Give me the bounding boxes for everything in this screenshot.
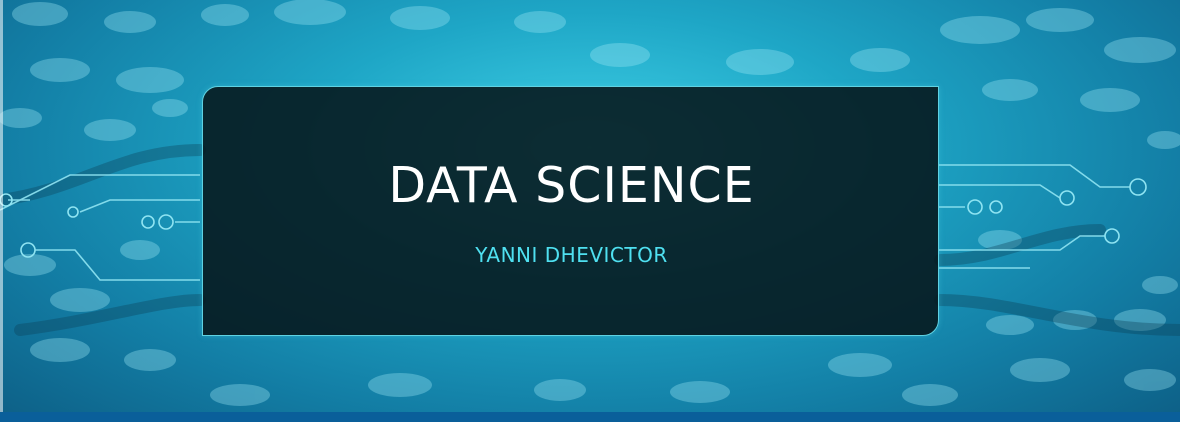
slide-title: DATA SCIENCE bbox=[388, 157, 755, 214]
left-edge-line bbox=[0, 0, 3, 422]
slide-subtitle: YANNI DHEVICTOR bbox=[475, 243, 668, 267]
title-slide: DATA SCIENCE YANNI DHEVICTOR bbox=[0, 0, 1180, 422]
title-panel: DATA SCIENCE YANNI DHEVICTOR bbox=[202, 86, 939, 336]
bottom-bar bbox=[0, 412, 1180, 422]
